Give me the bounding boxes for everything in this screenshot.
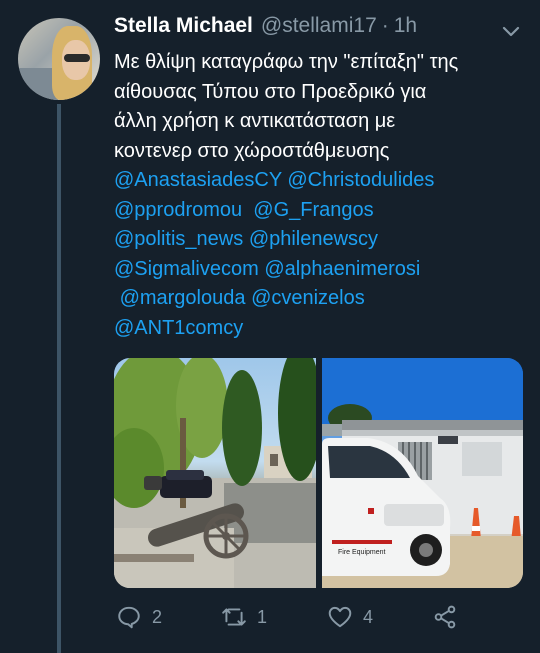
van-lettering: Fire Equipment bbox=[338, 549, 386, 556]
photo-container-van[interactable]: Fire Equipment bbox=[322, 358, 523, 588]
retweet-icon bbox=[222, 608, 246, 626]
reply-count: 2 bbox=[152, 606, 163, 627]
retweet-count: 1 bbox=[257, 606, 268, 627]
tweet-text: Με θλίψη καταγράφω την "επίταξη" της αίθ… bbox=[114, 48, 532, 343]
mention-link[interactable]: @Christodulides bbox=[287, 169, 434, 191]
share-action[interactable] bbox=[432, 604, 458, 630]
reply-icon bbox=[118, 606, 140, 629]
tweet-time[interactable]: 1h bbox=[394, 14, 417, 38]
reply-action[interactable]: 2 bbox=[116, 604, 162, 630]
mention-link[interactable]: @Sigmalivecom bbox=[114, 258, 259, 280]
text-line: κοντενερ στο χώροστάθμευσης bbox=[114, 139, 390, 162]
like-action[interactable]: 4 bbox=[327, 604, 373, 630]
mention-line: @margolouda @cvenizelos bbox=[114, 284, 532, 314]
header-separator: · bbox=[381, 14, 389, 37]
like-icon bbox=[328, 606, 352, 628]
chevron-down-icon[interactable] bbox=[500, 20, 522, 42]
mention-line: @politis_news @philenewscy bbox=[114, 225, 532, 255]
avatar-sunglasses bbox=[64, 54, 90, 62]
tweet-actions: 2 1 4 bbox=[114, 604, 524, 634]
text-line: άλλη χρήση κ αντικατάσταση με bbox=[114, 110, 396, 132]
author-avatar[interactable] bbox=[18, 18, 100, 100]
mention-link[interactable]: @ANT1comcy bbox=[114, 317, 243, 339]
mention-link[interactable]: @AnastasiadesCY bbox=[114, 169, 282, 191]
text-line: αίθουσας Τύπου στο Προεδρικό για bbox=[114, 80, 427, 103]
retweet-action[interactable]: 1 bbox=[221, 604, 267, 630]
media-grid: Fire Equipment bbox=[114, 358, 523, 588]
mention-link[interactable]: @politis_news bbox=[114, 228, 243, 250]
author-handle[interactable]: @stellami17 bbox=[261, 14, 377, 38]
mention-line: @pprodromou @G_Frangos bbox=[114, 196, 532, 226]
share-icon bbox=[434, 605, 456, 629]
mention-link[interactable]: @philenewscy bbox=[249, 228, 378, 250]
photo-courtyard[interactable] bbox=[114, 358, 316, 588]
mention-link[interactable]: @margolouda bbox=[120, 287, 246, 309]
mention-line: @AnastasiadesCY @Christodulides bbox=[114, 166, 532, 196]
mention-link[interactable]: @G_Frangos bbox=[253, 199, 373, 221]
thread-line bbox=[57, 104, 61, 653]
like-count: 4 bbox=[363, 606, 374, 627]
container-van-scene: Fire Equipment bbox=[322, 358, 523, 588]
mention-link[interactable]: @alphaenimerosi bbox=[264, 258, 420, 280]
author-name[interactable]: Stella Michael bbox=[114, 14, 253, 38]
mention-line: @Sigmalivecom @alphaenimerosi bbox=[114, 255, 532, 285]
tweet-header: Stella Michael @stellami17 · 1h bbox=[114, 14, 417, 44]
mention-link[interactable]: @cvenizelos bbox=[251, 287, 365, 309]
courtyard-scene bbox=[114, 358, 316, 588]
text-line: Με θλίψη καταγράφω την "επίταξη" της bbox=[114, 51, 459, 73]
mention-link[interactable]: @pprodromou bbox=[114, 199, 242, 221]
mention-line: @ANT1comcy bbox=[114, 314, 532, 344]
